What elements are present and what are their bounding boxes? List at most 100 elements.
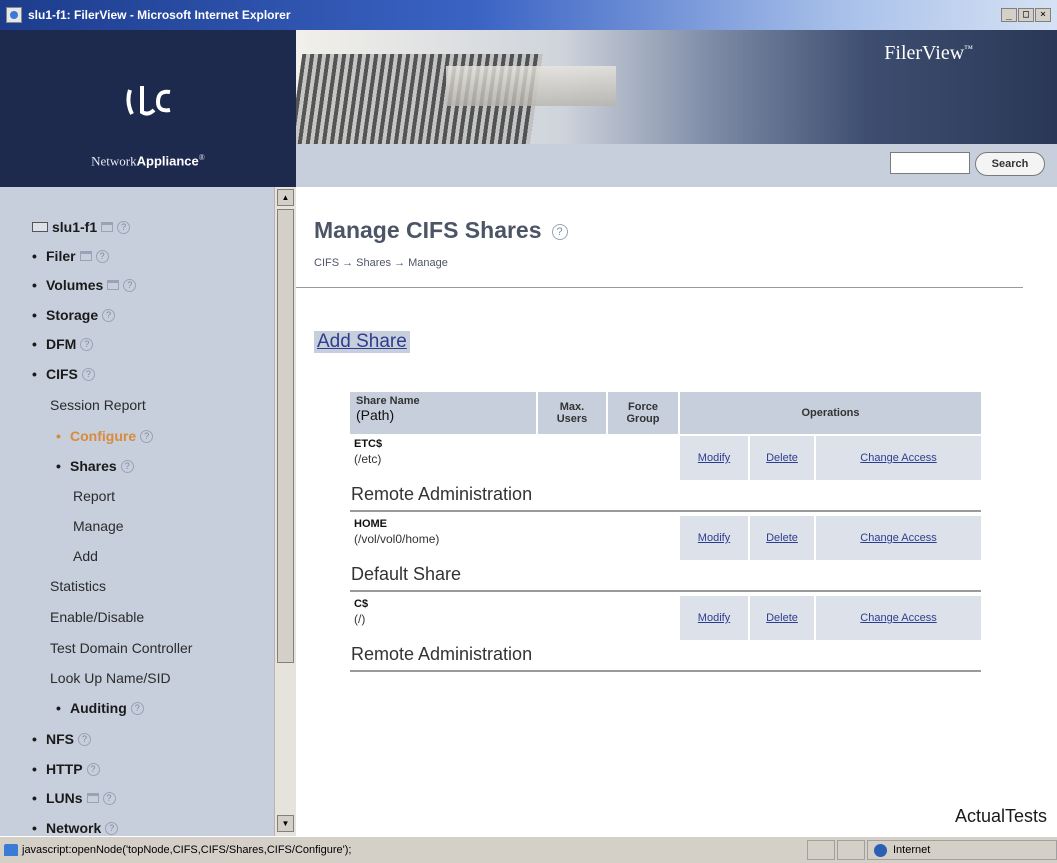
sidebar-item-nfs[interactable]: • NFS ? <box>32 731 91 747</box>
sidebar-item-report[interactable]: Report <box>73 488 115 504</box>
row-separator <box>350 670 981 672</box>
globe-icon <box>874 843 887 857</box>
scroll-down-icon[interactable]: ▼ <box>277 815 294 832</box>
help-icon[interactable]: ? <box>105 821 119 835</box>
sidebar-scrollbar[interactable]: ▲ ▼ <box>274 187 296 836</box>
divider <box>296 287 1023 288</box>
sidebar-item-luns[interactable]: • LUNs ? <box>32 790 116 806</box>
help-icon[interactable]: ? <box>78 732 91 746</box>
sidebar-item-label: NFS <box>46 731 74 747</box>
change-access-cell: Change Access <box>816 596 981 640</box>
share-path: (/vol/vol0/home) <box>354 532 440 546</box>
delete-link[interactable]: Delete <box>766 452 798 464</box>
close-button[interactable]: × <box>1035 8 1051 22</box>
help-icon[interactable]: ? <box>120 459 134 473</box>
sidebar-item-label: Test Domain Controller <box>50 640 193 656</box>
change-access-link[interactable]: Change Access <box>860 452 936 464</box>
change-access-link[interactable]: Change Access <box>860 532 936 544</box>
modify-link[interactable]: Modify <box>698 612 730 624</box>
status-text: javascript:openNode('topNode,CIFS,CIFS/S… <box>22 844 352 856</box>
modify-cell: Modify <box>680 516 748 560</box>
filer-hardware-image-2 <box>446 66 616 106</box>
delete-cell: Delete <box>750 596 814 640</box>
sidebar-item-session-report[interactable]: Session Report <box>50 397 146 413</box>
share-name: HOME <box>354 518 387 530</box>
help-icon[interactable]: ? <box>80 337 94 351</box>
column-header-force-group: Force Group <box>608 392 678 434</box>
sidebar-item-filer-root[interactable]: slu1-f1 ? <box>32 219 131 235</box>
window-controls: _ □ × <box>1000 8 1051 22</box>
help-icon[interactable]: ? <box>551 223 568 240</box>
row-separator <box>350 510 981 512</box>
change-access-cell: Change Access <box>816 436 981 480</box>
sidebar-item-filer[interactable]: • Filer ? <box>32 248 109 264</box>
sidebar-item-manage[interactable]: Manage <box>73 518 124 534</box>
sidebar-item-enable-disable[interactable]: Enable/Disable <box>50 609 144 625</box>
table-row: HOME (/vol/vol0/home) Modify Delete Chan… <box>350 516 981 560</box>
new-window-icon[interactable] <box>101 222 114 232</box>
sidebar-item-label: Look Up Name/SID <box>50 670 171 686</box>
scroll-up-icon[interactable]: ▲ <box>277 189 294 206</box>
modify-link[interactable]: Modify <box>698 532 730 544</box>
help-icon[interactable]: ? <box>86 762 100 776</box>
sidebar-item-volumes[interactable]: • Volumes ? <box>32 277 137 293</box>
share-name: ETC$ <box>354 438 383 450</box>
table-row: C$ (/) Modify Delete Change Access <box>350 596 981 640</box>
help-icon[interactable]: ? <box>102 308 116 322</box>
sidebar-item-look-up-name-sid[interactable]: Look Up Name/SID <box>50 670 171 686</box>
sidebar-item-label: DFM <box>46 336 77 352</box>
help-icon[interactable]: ? <box>117 220 131 234</box>
sidebar-item-http[interactable]: • HTTP ? <box>32 761 100 777</box>
status-text-container: javascript:openNode('topNode,CIFS,CIFS/S… <box>0 844 807 856</box>
help-icon[interactable]: ? <box>140 429 154 443</box>
sidebar-item-statistics[interactable]: Statistics <box>50 578 106 594</box>
sidebar-item-storage[interactable]: • Storage ? <box>32 307 116 323</box>
delete-link[interactable]: Delete <box>766 612 798 624</box>
maximize-button[interactable]: □ <box>1018 8 1034 22</box>
help-icon[interactable]: ? <box>81 367 95 381</box>
shares-table: Share Name (Path) Max. Users Force Group… <box>348 390 983 676</box>
column-header-operations: Operations <box>680 392 981 434</box>
delete-link[interactable]: Delete <box>766 532 798 544</box>
search-button[interactable]: Search <box>975 152 1045 176</box>
sidebar-item-network[interactable]: • Network ? <box>32 820 119 836</box>
window-title: slu1-f1: FilerView - Microsoft Internet … <box>28 8 291 22</box>
modify-link[interactable]: Modify <box>698 452 730 464</box>
netapp-logo-icon <box>126 86 171 116</box>
add-share-link[interactable]: Add Share <box>314 331 410 353</box>
sidebar-item-label: HTTP <box>46 761 83 777</box>
new-window-icon[interactable] <box>107 280 120 290</box>
change-access-link[interactable]: Change Access <box>860 612 936 624</box>
help-icon[interactable]: ? <box>102 791 116 805</box>
sidebar-item-label: Shares <box>70 458 117 474</box>
sidebar-item-shares[interactable]: • Shares ? <box>56 458 134 474</box>
sidebar-item-add[interactable]: Add <box>73 548 98 564</box>
sidebar-item-cifs[interactable]: • CIFS ? <box>32 366 95 382</box>
help-icon[interactable]: ? <box>123 278 137 292</box>
sidebar-item-label: Storage <box>46 307 99 323</box>
minimize-button[interactable]: _ <box>1001 8 1017 22</box>
sidebar-item-label: Add <box>73 548 98 564</box>
share-comment: Remote Administration <box>351 644 533 664</box>
help-icon[interactable]: ? <box>95 249 109 263</box>
scrollbar-thumb[interactable] <box>277 209 294 663</box>
new-window-icon[interactable] <box>86 793 99 803</box>
sidebar-item-test-domain-controller[interactable]: Test Domain Controller <box>50 640 192 656</box>
status-cell <box>807 840 835 860</box>
share-path: (/) <box>354 612 366 626</box>
sidebar-item-dfm[interactable]: • DFM ? <box>32 336 94 352</box>
help-icon[interactable]: ? <box>130 701 144 715</box>
sidebar-item-label: Volumes <box>46 277 104 293</box>
new-window-icon[interactable] <box>79 251 92 261</box>
sidebar-item-label: slu1-f1 <box>52 219 98 235</box>
sidebar-item-auditing[interactable]: • Auditing ? <box>56 700 144 716</box>
delete-cell: Delete <box>750 436 814 480</box>
sidebar-item-configure[interactable]: • Configure ? <box>56 428 154 444</box>
column-header-share-name: Share Name (Path) <box>350 392 536 434</box>
search-input[interactable] <box>890 152 970 174</box>
sidebar-item-label: Configure <box>70 428 137 444</box>
brand-panel: NetworkAppliance® <box>0 30 296 187</box>
sidebar-item-label: Manage <box>73 518 124 534</box>
share-comment: Remote Administration <box>351 484 533 504</box>
share-name: C$ <box>354 598 369 610</box>
